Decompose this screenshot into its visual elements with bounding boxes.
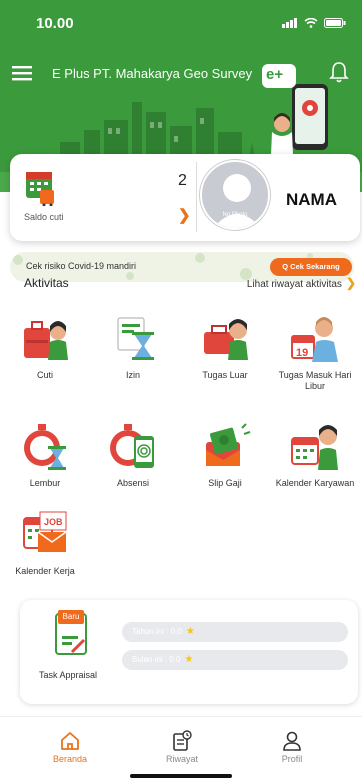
star-icon: ★ [184, 654, 194, 665]
status-bar: 10.00 [0, 0, 362, 40]
user-name: NAMA [286, 190, 337, 209]
nav-profil[interactable]: Profil [252, 730, 332, 770]
activities-title: Aktivitas [24, 276, 69, 290]
employee-calendar-icon [291, 425, 338, 470]
bottom-nav-divider [0, 716, 362, 717]
status-icons [282, 18, 346, 28]
svg-text:19: 19 [296, 347, 308, 359]
activity-tile-slip-gaji[interactable]: Slip Gaji [182, 420, 268, 508]
nav-label: Riwayat [165, 754, 198, 764]
activity-label: Kalender Karyawan [275, 478, 355, 488]
activity-history-label: Lihat riwayat aktivitas [246, 279, 342, 290]
activity-tile-kalender-karyawan[interactable]: Kalender Karyawan [272, 420, 358, 508]
this-year-score-text: Tahun ini : 0.0 [132, 627, 182, 636]
logo-text: e+ [266, 66, 284, 83]
activity-label: Tugas Masuk Hari Libur [278, 370, 352, 391]
chevron-right-icon: ❯ [345, 276, 356, 290]
payslip-icon [206, 423, 251, 466]
activity-tile-kalender-kerja[interactable]: JOB Kalender Kerja [2, 508, 88, 596]
job-calendar-icon: JOB [23, 511, 67, 552]
home-indicator [130, 774, 232, 778]
activity-tile-absensi[interactable]: Absensi [90, 420, 176, 508]
leave-balance-count: 2 [178, 172, 187, 189]
nav-label: Profil [281, 754, 303, 764]
activity-label: Slip Gaji [208, 478, 242, 488]
activity-tile-izin[interactable]: Izin [90, 312, 176, 400]
activity-label: Kalender Kerja [15, 566, 75, 576]
leave-balance-label: Saldo cuti [24, 212, 64, 222]
eplus-logo: e+ [262, 64, 296, 88]
card-divider [196, 162, 197, 232]
activity-label: Tugas Luar [202, 370, 248, 380]
star-icon: ★ [185, 626, 195, 637]
hourglass-icon [117, 317, 154, 360]
no-photo-label: No Photo [222, 212, 248, 218]
avatar[interactable]: No Photo [200, 160, 270, 230]
status-time: 10.00 [36, 15, 74, 32]
task-appraisal-label: Task Appraisal [38, 670, 98, 680]
battery-icon [324, 18, 346, 28]
nav-beranda[interactable]: Beranda [30, 730, 110, 770]
nav-label: Beranda [52, 754, 88, 764]
home-icon [61, 732, 79, 750]
this-year-score: Tahun ini : 0.0 ★ [122, 622, 348, 642]
activity-label: Izin [125, 370, 140, 380]
check-now-button[interactable]: Q Cek Sekarang [270, 258, 352, 276]
activity-tile-tugas-masuk-hari-libur[interactable]: 19 Tugas Masuk Hari Libur [272, 312, 358, 400]
leave-balance-icon [26, 172, 54, 206]
task-appraisal-card[interactable]: Baru Task Appraisal Tahun ini : 0.0 ★ Bul… [20, 600, 358, 704]
covid-check-text: Cek risiko Covid-19 mandiri [26, 261, 137, 271]
calendar-worker-icon: 19 [291, 317, 338, 362]
leave-balance-arrow-icon[interactable]: ❯ [178, 206, 191, 224]
activity-history-link[interactable]: Lihat riwayat aktivitas ❯ [247, 276, 356, 290]
activity-tile-cuti[interactable]: Cuti [2, 312, 88, 400]
activity-label: Cuti [36, 370, 53, 380]
new-badge: Baru [58, 610, 84, 624]
svg-text:JOB: JOB [44, 517, 63, 527]
signal-icon [282, 18, 297, 28]
wifi-icon [304, 18, 318, 28]
history-document-icon [173, 730, 192, 751]
activity-tile-lembur[interactable]: Lembur [2, 420, 88, 508]
overtime-clock-icon [24, 424, 66, 470]
activity-tile-tugas-luar[interactable]: Tugas Luar [182, 312, 268, 400]
suitcase-icon [24, 321, 68, 360]
activity-label: Absensi [116, 478, 150, 488]
fingerprint-icon [110, 424, 154, 468]
briefcase-icon [204, 319, 248, 360]
nav-riwayat[interactable]: Riwayat [142, 730, 222, 770]
this-month-score: Bulan ini : 0.0 ★ [122, 650, 348, 670]
profile-summary-card: 2 Saldo cuti ❯ No Photo NAMA [10, 154, 360, 241]
person-placeholder-icon [213, 174, 261, 228]
this-month-score-text: Bulan ini : 0.0 [132, 655, 181, 664]
person-icon [283, 731, 301, 751]
activity-label: Lembur [29, 478, 61, 488]
